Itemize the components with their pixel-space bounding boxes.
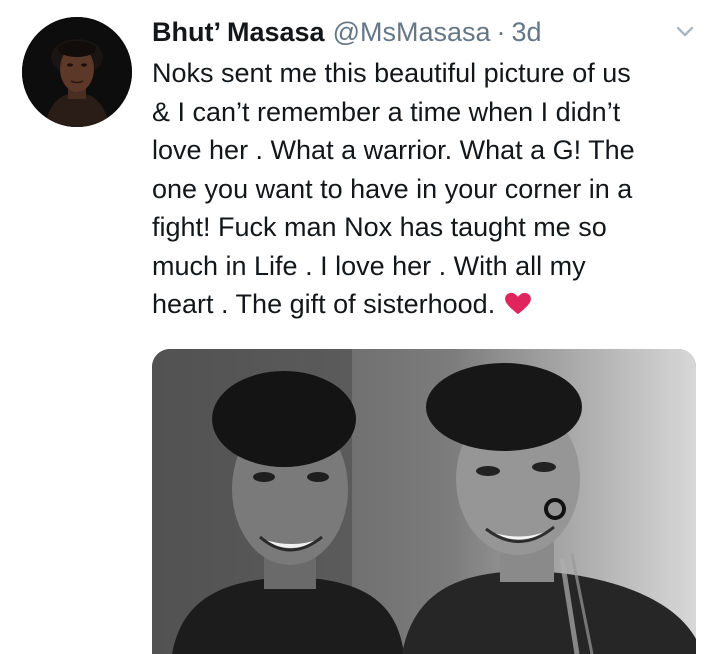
avatar-image	[22, 17, 132, 127]
avatar[interactable]	[22, 17, 132, 127]
chevron-down-icon	[676, 26, 694, 37]
photo-image	[152, 349, 696, 654]
user-handle[interactable]: @MsMasasa	[333, 17, 491, 48]
tweet-header: Bhut’ Masasa @MsMasasa · 3d	[152, 12, 542, 52]
tweet-text-line-last: heart . The gift of sisterhood.	[152, 285, 712, 324]
display-name[interactable]: Bhut’ Masasa	[152, 17, 325, 48]
heart-icon	[505, 292, 532, 315]
separator-dot: ·	[496, 16, 506, 47]
tweet-text-line: & I can’t remember a time when I didn’t	[152, 96, 621, 127]
tweet-text-line: Noks sent me this beautiful picture of u…	[152, 58, 631, 88]
tweet-text-line: fight! Fuck man Nox has taught me so	[152, 212, 607, 242]
tweet-text-line: love her . What a warrior. What a G! The	[152, 135, 635, 165]
tweet-photo[interactable]	[152, 349, 696, 654]
tweet-text-line-end: heart . The gift of sisterhood.	[152, 289, 496, 319]
tweet-text-line: one you want to have in your corner in a	[152, 173, 633, 204]
tweet-text: Noks sent me this beautiful picture of u…	[152, 54, 712, 324]
tweet-text-line: much in Life . I love her . With all my	[152, 250, 586, 281]
more-options-button[interactable]	[672, 22, 698, 42]
tweet[interactable]: Bhut’ Masasa @MsMasasa · 3d Noks sent me…	[0, 0, 720, 654]
timestamp[interactable]: 3d	[512, 17, 542, 48]
